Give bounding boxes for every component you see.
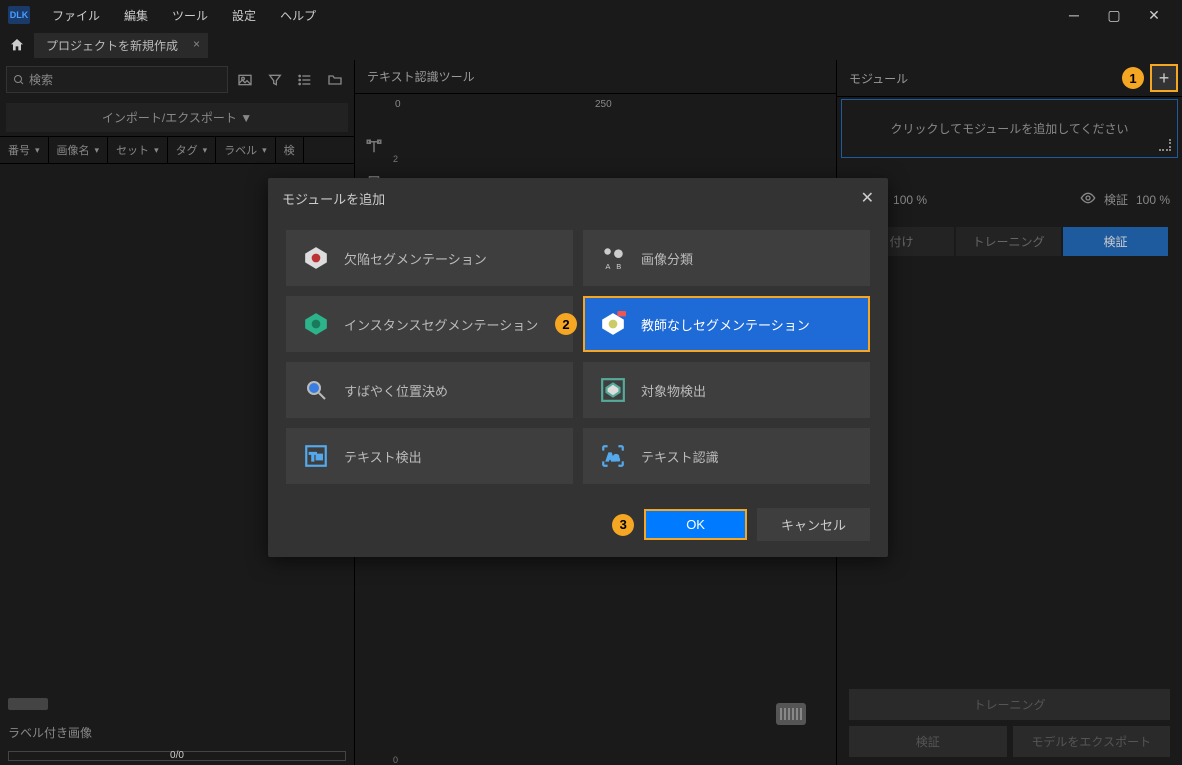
labeled-progress: 0/0: [8, 751, 346, 761]
app-logo: DLK: [8, 6, 30, 24]
list-icon[interactable]: [292, 67, 318, 93]
menu-settings[interactable]: 設定: [220, 3, 268, 28]
labeled-progress-text: 0/0: [170, 750, 184, 761]
svg-text:Aa: Aa: [607, 452, 620, 463]
text-tool-icon[interactable]: [361, 134, 387, 160]
right-panel: モジュール 1 + クリックしてモジュールを追加してください ラベル 100 %…: [837, 60, 1182, 765]
image-list-header: 番号 画像名 セット タグ ラベル 検: [0, 136, 354, 164]
col-set[interactable]: セット: [108, 137, 168, 163]
nut-defect-icon: [302, 244, 330, 272]
menubar: DLK ファイル 編集 ツール 設定 ヘルプ ─ ▢ ✕: [0, 0, 1182, 30]
search-input[interactable]: 検索: [6, 66, 228, 93]
module-unsupervised-segmentation[interactable]: 教師なしセグメンテーション: [583, 296, 870, 352]
dialog-close-icon[interactable]: ✕: [861, 188, 874, 208]
col-number[interactable]: 番号: [0, 137, 49, 163]
col-label[interactable]: ラベル: [216, 137, 276, 163]
search-placeholder: 検索: [29, 71, 53, 88]
cancel-button[interactable]: キャンセル: [757, 508, 870, 541]
tab-training[interactable]: トレーニング: [956, 227, 1061, 256]
magnify-icon: [302, 376, 330, 404]
module-text-detection[interactable]: T≡ テキスト検出: [286, 428, 573, 484]
svg-text:A: A: [605, 262, 611, 271]
detect-icon: [599, 376, 627, 404]
tab-close-icon[interactable]: ×: [193, 37, 200, 51]
module-defect-segmentation[interactable]: 欠陥セグメンテーション: [286, 230, 573, 286]
module-object-detection[interactable]: 対象物検出: [583, 362, 870, 418]
filter-icon[interactable]: [262, 67, 288, 93]
eye-icon: [1080, 190, 1096, 209]
module-placeholder[interactable]: クリックしてモジュールを追加してください: [841, 99, 1178, 158]
module-fast-locate[interactable]: すばやく位置決め: [286, 362, 573, 418]
training-button[interactable]: トレーニング: [849, 689, 1170, 720]
tab-bar: プロジェクトを新規作成 ×: [0, 30, 1182, 60]
minimize-button[interactable]: ─: [1054, 0, 1094, 30]
verify-button[interactable]: 検証: [849, 726, 1007, 757]
add-module-dialog: モジュールを追加 ✕ 欠陥セグメンテーション AB 画像分類 インスタンスセグメ…: [268, 178, 888, 557]
keyboard-icon[interactable]: [776, 703, 806, 725]
dialog-title: モジュールを追加: [282, 189, 385, 208]
nut-green-icon: [302, 310, 330, 338]
module-instance-segmentation[interactable]: インスタンスセグメンテーション 2: [286, 296, 573, 352]
center-title: テキスト認識ツール: [355, 60, 836, 94]
svg-text:B: B: [616, 262, 621, 271]
text-detect-icon: T≡: [302, 442, 330, 470]
callout-2: 2: [555, 313, 577, 335]
col-tag[interactable]: タグ: [168, 137, 217, 163]
project-tab[interactable]: プロジェクトを新規作成 ×: [34, 33, 208, 58]
right-tabs: 付け トレーニング 検証: [849, 227, 1170, 256]
verify-stat-value: 100 %: [1136, 193, 1170, 207]
ok-button[interactable]: OK: [644, 509, 747, 540]
menu-edit[interactable]: 編集: [112, 3, 160, 28]
label-stat-value: 100 %: [893, 193, 927, 207]
classify-icon: AB: [599, 244, 627, 272]
tab-verification[interactable]: 検証: [1063, 227, 1168, 256]
project-tab-label: プロジェクトを新規作成: [46, 39, 178, 53]
nut-selected-icon: [599, 310, 627, 338]
home-icon[interactable]: [8, 36, 26, 54]
window-controls: ─ ▢ ✕: [1054, 0, 1174, 30]
add-module-button[interactable]: +: [1150, 64, 1178, 92]
maximize-button[interactable]: ▢: [1094, 0, 1134, 30]
module-classification[interactable]: AB 画像分類: [583, 230, 870, 286]
stats-row: ラベル 100 % 検証 100 %: [837, 176, 1182, 223]
callout-3: 3: [612, 514, 634, 536]
menu-help[interactable]: ヘルプ: [268, 3, 328, 28]
callout-1: 1: [1122, 67, 1144, 89]
col-verify[interactable]: 検: [276, 137, 304, 163]
menu-file[interactable]: ファイル: [40, 3, 112, 28]
labeled-images-label: ラベル付き画像: [8, 724, 92, 741]
horizontal-scrollbar[interactable]: [8, 698, 48, 710]
export-model-button[interactable]: モデルをエクスポート: [1013, 726, 1171, 757]
verify-stat-label: 検証: [1104, 191, 1128, 208]
image-tool-icon[interactable]: [232, 67, 258, 93]
text-recog-icon: Aa: [599, 442, 627, 470]
module-panel-title: モジュール: [849, 70, 908, 87]
module-text-recognition[interactable]: Aa テキスト認識: [583, 428, 870, 484]
menu-tools[interactable]: ツール: [160, 3, 220, 28]
close-window-button[interactable]: ✕: [1134, 0, 1174, 30]
folder-icon[interactable]: [322, 67, 348, 93]
import-export-button[interactable]: インポート/エクスポート ▼: [6, 103, 348, 132]
col-imagename[interactable]: 画像名: [49, 137, 109, 163]
ruler-top: 0 250: [355, 94, 836, 114]
svg-text:T≡: T≡: [310, 451, 323, 463]
